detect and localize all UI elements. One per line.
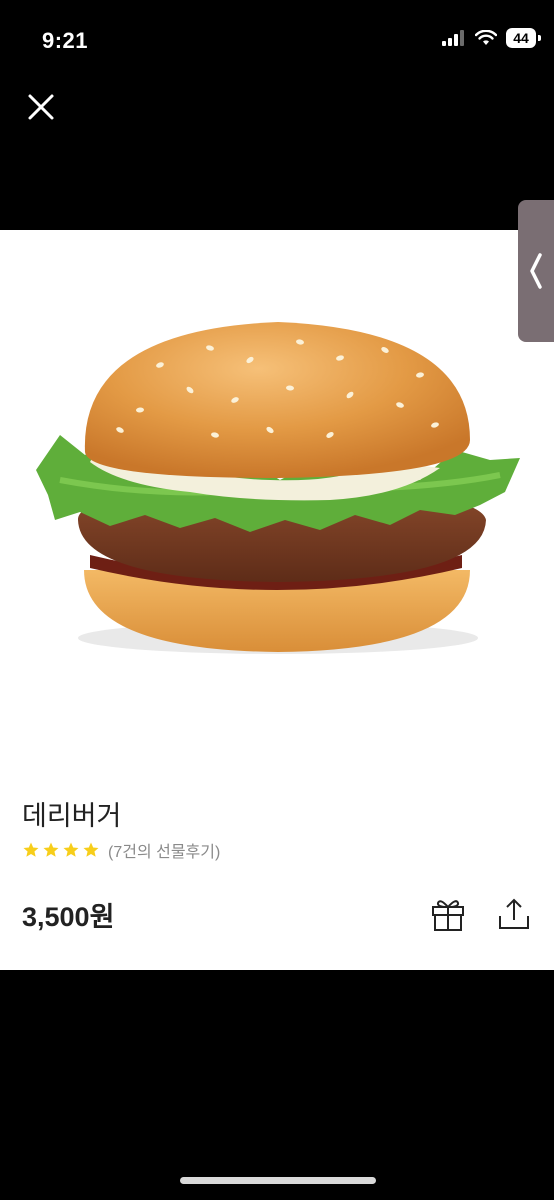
- product-name: 데리버거: [22, 801, 122, 831]
- battery-icon: 44: [506, 28, 541, 48]
- signal-icon: [442, 30, 464, 46]
- star-icon: [83, 842, 99, 857]
- rating[interactable]: (7건의 선물후기): [22, 838, 220, 862]
- close-button[interactable]: [22, 88, 60, 126]
- close-icon: [28, 94, 54, 120]
- product-price: 3,500원: [22, 902, 115, 932]
- product-info: 데리버거 (7건의 선물후기) 3,500원: [0, 750, 554, 970]
- review-count[interactable]: (7건의 선물후기): [108, 838, 220, 862]
- burger-image: [36, 322, 520, 654]
- status-time: 9:21: [42, 28, 89, 53]
- star-icon: [23, 842, 39, 857]
- side-panel-tab[interactable]: [518, 200, 554, 342]
- home-indicator[interactable]: [180, 1177, 376, 1184]
- gift-icon: [432, 900, 464, 931]
- star-icon: [43, 842, 59, 857]
- status-bar: 9:21 44: [0, 0, 554, 80]
- gift-button[interactable]: [428, 894, 468, 934]
- wifi-icon: [475, 30, 497, 45]
- product-image: [0, 230, 554, 750]
- share-icon: [499, 898, 529, 929]
- chevron-left-icon: [530, 253, 542, 289]
- star-icon: [63, 842, 79, 857]
- status-icons: 44: [442, 28, 541, 48]
- share-button[interactable]: [494, 894, 534, 934]
